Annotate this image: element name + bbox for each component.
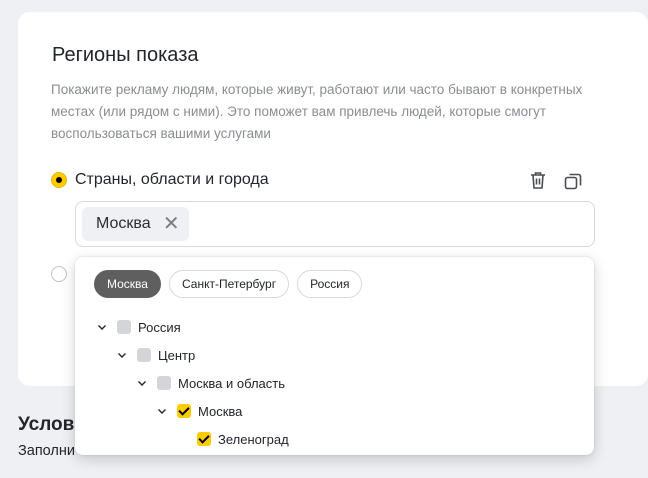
tree-row-moscow-region[interactable]: Москва и область <box>137 373 285 393</box>
chevron-down-icon[interactable] <box>157 406 167 416</box>
tree-row-center[interactable]: Центр <box>117 345 195 365</box>
radio-countries-regions-cities[interactable] <box>51 172 67 188</box>
chevron-down-icon[interactable] <box>137 378 147 388</box>
pill-saint-petersburg[interactable]: Санкт-Петербург <box>168 270 290 298</box>
checkbox[interactable] <box>117 320 131 334</box>
quick-pills: Москва Санкт-Петербург Россия <box>94 270 363 298</box>
chevron-down-icon[interactable] <box>97 322 107 332</box>
section-description: Покажите рекламу людям, которые живут, р… <box>51 82 583 141</box>
checkbox[interactable] <box>137 348 151 362</box>
checkbox-checked[interactable] <box>177 404 191 418</box>
checkbox[interactable] <box>157 376 171 390</box>
tree-label: Зеленоград <box>218 431 289 447</box>
copy-icon[interactable] <box>562 170 584 192</box>
checkbox-checked[interactable] <box>197 432 211 446</box>
tree-label: Москва <box>198 403 243 419</box>
pill-russia[interactable]: Россия <box>297 270 363 298</box>
region-chip[interactable]: Москва ✕ <box>82 207 189 241</box>
regions-input[interactable]: Москва ✕ <box>75 201 595 247</box>
radio-second-option[interactable] <box>51 266 67 282</box>
tree-row-russia[interactable]: Россия <box>97 317 181 337</box>
close-icon[interactable]: ✕ <box>163 207 180 241</box>
regions-dropdown: Москва Санкт-Петербург Россия Россия Цен… <box>75 257 594 455</box>
tree-row-moscow[interactable]: Москва <box>157 401 242 421</box>
trash-icon[interactable] <box>527 169 549 191</box>
tree-label: Москва и область <box>178 375 286 391</box>
tree-row-zelenograd[interactable]: Зеленоград <box>197 429 289 449</box>
radio-label: Страны, области и города <box>75 171 269 188</box>
tree-label: Россия <box>138 319 181 335</box>
pill-moscow[interactable]: Москва <box>94 270 161 298</box>
section-title: Регионы показа <box>52 44 199 66</box>
region-chip-label: Москва <box>96 215 151 232</box>
chevron-down-icon[interactable] <box>117 350 127 360</box>
tree-label: Центр <box>158 347 196 363</box>
conditions-description: Заполни <box>18 443 75 459</box>
